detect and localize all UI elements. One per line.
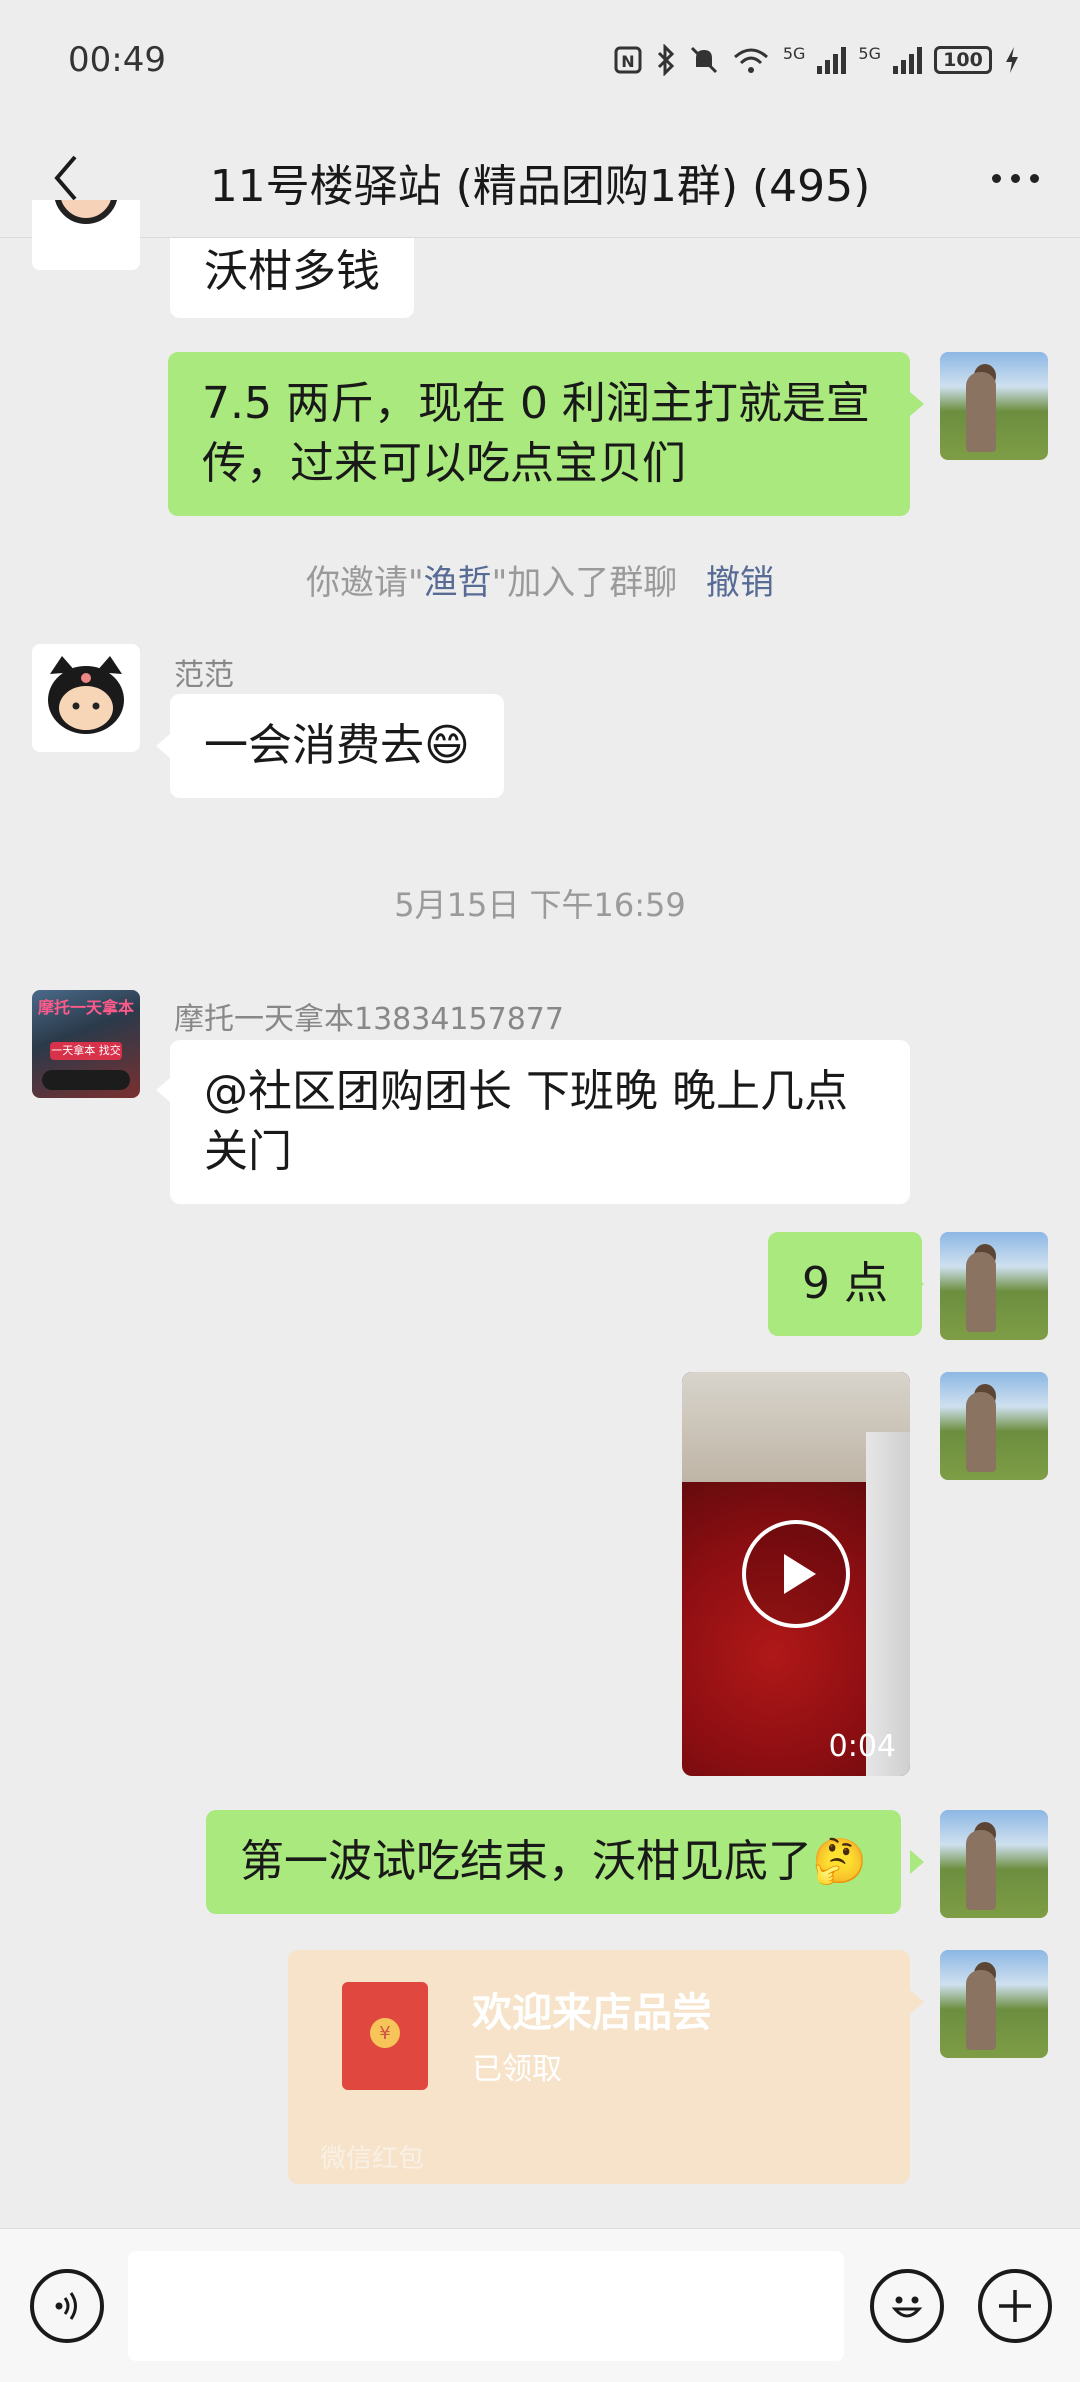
invited-user-link[interactable]: 渔哲 [424,563,492,603]
avatar-moto[interactable]: 摩托一天拿本 一天拿本 找交流 [32,990,140,1098]
bluetooth-icon [657,44,674,76]
message-text: 9 点 [802,1258,888,1309]
signal-icon-1 [817,46,847,74]
message-bubble[interactable]: 第一波试吃结束，沃柑见底了🤔 [206,1810,901,1914]
message-bubble[interactable]: 一会消费去😄 [170,694,504,798]
status-icons: N 5G 5G 100 [613,44,1020,76]
bubble-tail [910,392,924,416]
voice-icon [55,2292,77,2320]
chevron-left-icon [54,155,77,201]
video-duration: 0:04 [828,1729,896,1764]
back-button[interactable] [36,148,96,208]
message-input[interactable] [128,2251,844,2361]
avatar-self[interactable] [940,1232,1048,1340]
time-divider: 5月15日 下午16:59 [394,886,686,924]
red-packet-icon: ¥ [342,1982,428,2090]
message-bubble[interactable]: 9 点 [768,1232,922,1336]
red-packet-title: 欢迎来店品尝 [472,1990,712,2036]
sender-name: 范范 [174,658,234,693]
avatar-self[interactable] [940,1950,1048,2058]
more-dots-icon [991,173,1001,183]
message-bubble[interactable]: 7.5 两斤，现在 0 利润主打就是宣传，过来可以吃点宝贝们 [168,352,910,516]
voice-button[interactable] [30,2269,104,2343]
svg-text:N: N [621,52,634,71]
red-packet-status: 已领取 [472,2052,562,2087]
wifi-icon [733,48,768,73]
chat-title: 11号楼驿站 (精品团购1群) (495) [209,161,871,212]
bubble-tail [910,1272,924,1296]
message-text: 第一波试吃结束，沃柑见底了🤔 [240,1836,867,1887]
sender-name: 摩托一天拿本13834157877 [174,1002,564,1037]
plus-icon [999,2290,1031,2322]
play-button[interactable] [742,1520,850,1628]
emoji-icon [891,2296,923,2318]
revoke-link[interactable]: 撤销 [706,563,774,603]
message-text: 一会消费去😄 [204,720,470,771]
play-icon [784,1554,816,1594]
input-bar [0,2228,1080,2382]
message-text: 7.5 两斤，现在 0 利润主打就是宣传，过来可以吃点宝贝们 [202,378,870,489]
more-button[interactable] [980,148,1050,208]
avatar-self[interactable] [940,1810,1048,1918]
emoji-button[interactable] [870,2269,944,2343]
red-packet-message[interactable]: ¥ 欢迎来店品尝 已领取 微信红包 [288,1950,910,2184]
bubble-tail [156,734,170,758]
more-actions-button[interactable] [978,2269,1052,2343]
avatar-self[interactable] [940,352,1048,460]
status-time: 00:49 [68,40,166,80]
net-type-1: 5G [782,44,806,63]
red-packet-footer: 微信红包 [320,2144,425,2174]
kuromi-avatar-icon [48,656,124,734]
message-bubble[interactable]: @社区团购团长 下班晚 晚上几点关门 [170,1040,910,1204]
bubble-tail [156,1078,170,1102]
nfc-icon: N [614,46,642,74]
charging-icon [1006,47,1018,73]
bubble-tail [910,1990,924,2014]
message-text: @社区团购团长 下班晚 晚上几点关门 [204,1066,848,1177]
system-message: 你邀请"渔哲"加入了群聊 撤销 [305,563,775,603]
message-text: 沃柑多钱 [204,246,380,297]
battery-icon: 100 [934,46,992,74]
avatar-caption-bottom: 一天拿本 找交流 [50,1042,122,1060]
mute-bell-icon [690,46,717,74]
signal-icon-2 [893,46,922,74]
bubble-tail [910,1850,924,1874]
video-message[interactable]: 0:04 [682,1372,910,1776]
avatar-caption-top: 摩托一天拿本 [37,998,134,1017]
status-bar: 00:49 N 5G 5G 100 [0,0,1080,120]
avatar-partial[interactable] [32,200,140,270]
battery-level: 100 [943,49,983,71]
avatar-self[interactable] [940,1372,1048,1480]
message-bubble[interactable]: 沃柑多钱 [170,238,414,318]
chat-header: 11号楼驿站 (精品团购1群) (495) [0,120,1080,238]
avatar-fanfan[interactable] [32,644,140,752]
net-type-2: 5G [858,44,881,63]
